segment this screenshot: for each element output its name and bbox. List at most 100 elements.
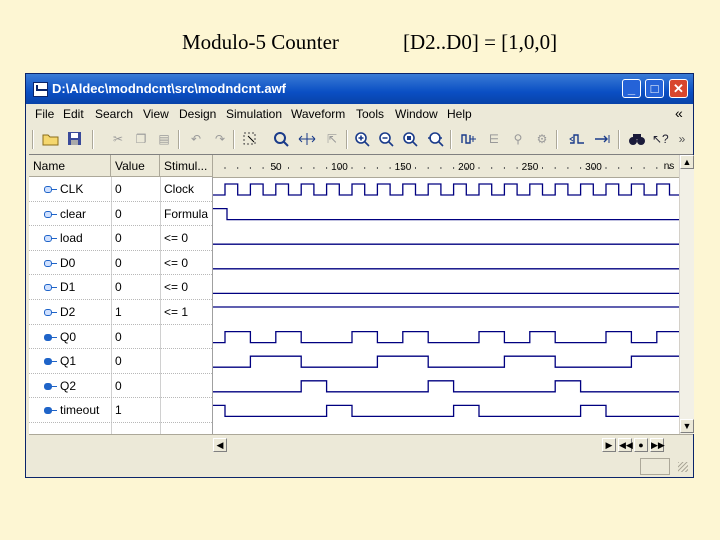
zoom-out-icon[interactable]: [378, 131, 394, 147]
column-header-name[interactable]: Name: [29, 155, 111, 177]
menu-waveform[interactable]: Waveform: [291, 107, 345, 121]
status-bar: [26, 456, 693, 477]
signal-row[interactable]: Q1 0: [29, 349, 212, 374]
menu-search[interactable]: Search: [95, 107, 133, 121]
signal-row[interactable]: Q2 0: [29, 374, 212, 399]
signal-row[interactable]: clear 0 Formula: [29, 202, 212, 227]
column-header-value[interactable]: Value: [111, 155, 160, 177]
ruler-label: 100: [331, 162, 348, 173]
menu-simulation[interactable]: Simulation: [226, 107, 282, 121]
waveform-trace: [213, 330, 679, 344]
menu-view[interactable]: View: [143, 107, 169, 121]
undo-icon[interactable]: ↶: [188, 131, 204, 147]
signal-name: clear: [60, 206, 87, 221]
signal-stimulator[interactable]: Formula: [164, 207, 208, 221]
row-divider: [29, 421, 212, 423]
menu-edit[interactable]: Edit: [63, 107, 84, 121]
signal-row[interactable]: D1 0 <= 0: [29, 275, 212, 300]
signal-value: 0: [115, 354, 122, 369]
signal-name: timeout: [60, 403, 100, 418]
cut-icon[interactable]: ✂: [110, 131, 126, 147]
signal-c-icon[interactable]: ⚙: [534, 131, 550, 147]
signal-stimulator[interactable]: <= 1: [164, 305, 188, 319]
signal-stimulator[interactable]: <= 0: [164, 280, 188, 294]
menu-file[interactable]: File: [35, 107, 54, 121]
slide-subtitle: [D2..D0] = [1,0,0]: [403, 30, 558, 54]
menu-design[interactable]: Design: [179, 107, 216, 121]
waveform-viewer: Name Value Stimul... 50 100 150 200 250 300 ns…: [29, 154, 694, 455]
vertical-scrollbar[interactable]: ▲ ▼: [679, 155, 694, 434]
maximize-button[interactable]: □: [645, 79, 664, 98]
zoom-fit-icon[interactable]: [402, 131, 418, 147]
search-icon[interactable]: [273, 131, 289, 147]
window-titlebar[interactable]: D:\Aldec\modndcnt\src\modndcnt.awf _ □ ✕: [26, 74, 693, 104]
minimize-button[interactable]: _: [622, 79, 641, 98]
time-ruler[interactable]: 50 100 150 200 250 300 ns: [213, 155, 679, 178]
ruler-label: 300: [585, 162, 602, 173]
time-ruler-svg: 50 100 150 200 250 300 ns: [224, 161, 675, 173]
scroll-left-icon[interactable]: ◀: [213, 438, 227, 452]
horizontal-scrollbar[interactable]: ◀ ▶ ◀◀ ● ▶▶: [29, 434, 693, 455]
menu-help[interactable]: Help: [447, 107, 472, 121]
toolbar-separator: [346, 130, 348, 149]
edge-prev-icon[interactable]: [568, 131, 586, 147]
scroll-up-icon[interactable]: ▲: [680, 155, 694, 169]
toolbar-overflow-icon[interactable]: »: [676, 131, 688, 147]
measure-icon[interactable]: [298, 131, 316, 147]
forward-icon[interactable]: ▶▶: [650, 438, 665, 452]
menu-window[interactable]: Window: [395, 107, 438, 121]
zoom-all-icon[interactable]: [426, 131, 444, 147]
bus-icon[interactable]: ⋿: [486, 131, 502, 147]
save-icon[interactable]: [66, 131, 84, 147]
output-port-icon: [44, 407, 57, 415]
signal-stimulator[interactable]: Clock: [164, 182, 194, 196]
rewind-icon[interactable]: ◀◀: [618, 438, 633, 452]
signal-row[interactable]: D2 1 <= 1: [29, 300, 212, 325]
scroll-down-icon[interactable]: ▼: [680, 419, 694, 433]
scroll-right-icon[interactable]: ▶: [602, 438, 616, 452]
menu-bar: File Edit Search View Design Simulation …: [26, 104, 693, 124]
signal-stimulator[interactable]: <= 0: [164, 231, 188, 245]
signal-value: 0: [115, 329, 122, 344]
signal-row[interactable]: CLK 0 Clock: [29, 177, 212, 202]
menu-tools[interactable]: Tools: [356, 107, 384, 121]
add-signal-icon[interactable]: [460, 131, 478, 147]
close-button[interactable]: ✕: [669, 79, 688, 98]
input-port-icon: [44, 259, 57, 267]
signal-stimulator[interactable]: <= 0: [164, 256, 188, 270]
redo-icon[interactable]: ↷: [212, 131, 228, 147]
signal-row[interactable]: D0 0 <= 0: [29, 251, 212, 276]
signal-row[interactable]: timeout 1: [29, 398, 212, 423]
signal-value: 0: [115, 255, 122, 270]
resize-grip-icon[interactable]: [678, 462, 688, 472]
select-icon[interactable]: [242, 131, 258, 147]
status-cell: [640, 458, 670, 475]
column-header-stimulator[interactable]: Stimul...: [160, 155, 213, 177]
edge-next-icon[interactable]: [594, 131, 612, 147]
help-pointer-icon[interactable]: ↖?: [652, 131, 669, 147]
toolbar-separator: [618, 130, 620, 149]
paste-icon[interactable]: ▤: [156, 131, 172, 147]
input-port-icon: [44, 210, 57, 218]
signal-name: Q2: [60, 378, 77, 393]
signal-name: D1: [60, 280, 76, 295]
signal-row[interactable]: load 0 <= 0: [29, 226, 212, 251]
input-port-icon: [44, 235, 57, 243]
copy-icon[interactable]: ❐: [133, 131, 149, 147]
open-folder-icon[interactable]: [42, 131, 60, 147]
signal-value: 0: [115, 378, 122, 393]
toolbar-separator: [450, 130, 452, 149]
menu-collapse-icon[interactable]: «: [675, 105, 683, 121]
waveform-window: D:\Aldec\modndcnt\src\modndcnt.awf _ □ ✕…: [25, 73, 694, 478]
ruler-unit: ns: [664, 161, 675, 172]
waveform-traces[interactable]: [213, 177, 679, 434]
signal-b-icon[interactable]: ⚲: [510, 131, 526, 147]
ruler-label: 50: [270, 162, 282, 173]
find-icon[interactable]: [628, 131, 646, 147]
pointer-icon[interactable]: ⇱: [324, 131, 340, 147]
input-port-icon: [44, 284, 57, 292]
signal-row[interactable]: Q0 0: [29, 325, 212, 350]
zoom-in-icon[interactable]: [354, 131, 370, 147]
waveform-trace: [213, 380, 679, 393]
center-icon[interactable]: ●: [634, 438, 648, 452]
